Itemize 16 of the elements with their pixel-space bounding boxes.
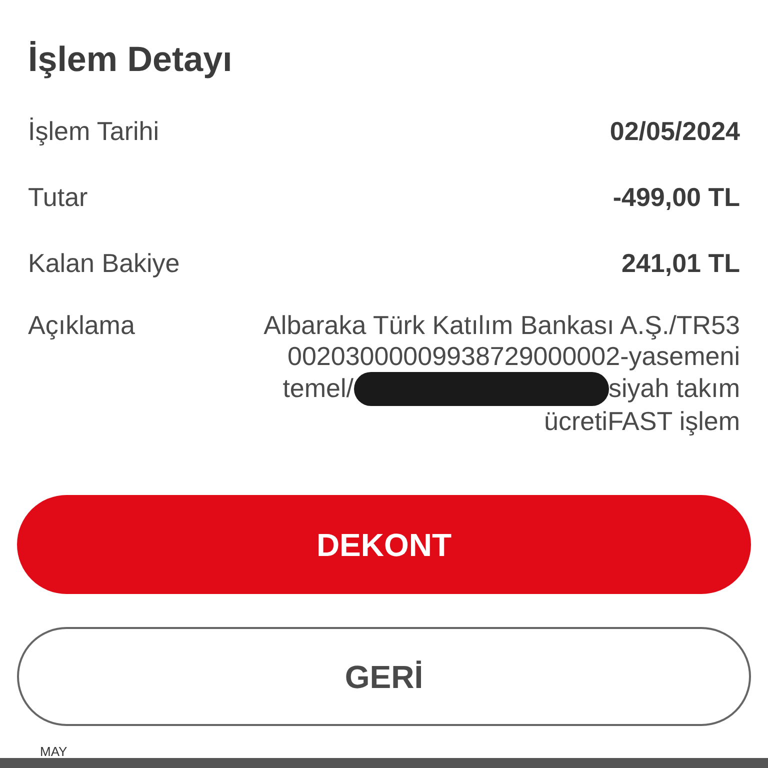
field-label: İşlem Tarihi (28, 114, 160, 148)
field-value: 241,01 TL (621, 246, 740, 280)
description-line: temel/ (282, 373, 354, 404)
page-title: İşlem Detayı (28, 39, 232, 81)
description-line: ücretiFAST işlem (544, 406, 740, 437)
field-label: Kalan Bakiye (28, 246, 180, 280)
field-label: Açıklama (28, 310, 135, 341)
description-line: siyah takım (608, 373, 740, 404)
field-label: Tutar (28, 180, 88, 214)
back-button[interactable]: GERİ (17, 627, 751, 726)
description-line: Albaraka Türk Katılım Bankası A.Ş./TR53 (264, 310, 740, 341)
field-value: -499,00 TL (612, 180, 740, 214)
field-value: 02/05/2024 (610, 114, 740, 148)
description-line: 00203000009938729000002-yasemeni (287, 340, 740, 372)
month-label: MAY (40, 745, 68, 758)
receipt-button[interactable]: DEKONT (17, 495, 751, 594)
